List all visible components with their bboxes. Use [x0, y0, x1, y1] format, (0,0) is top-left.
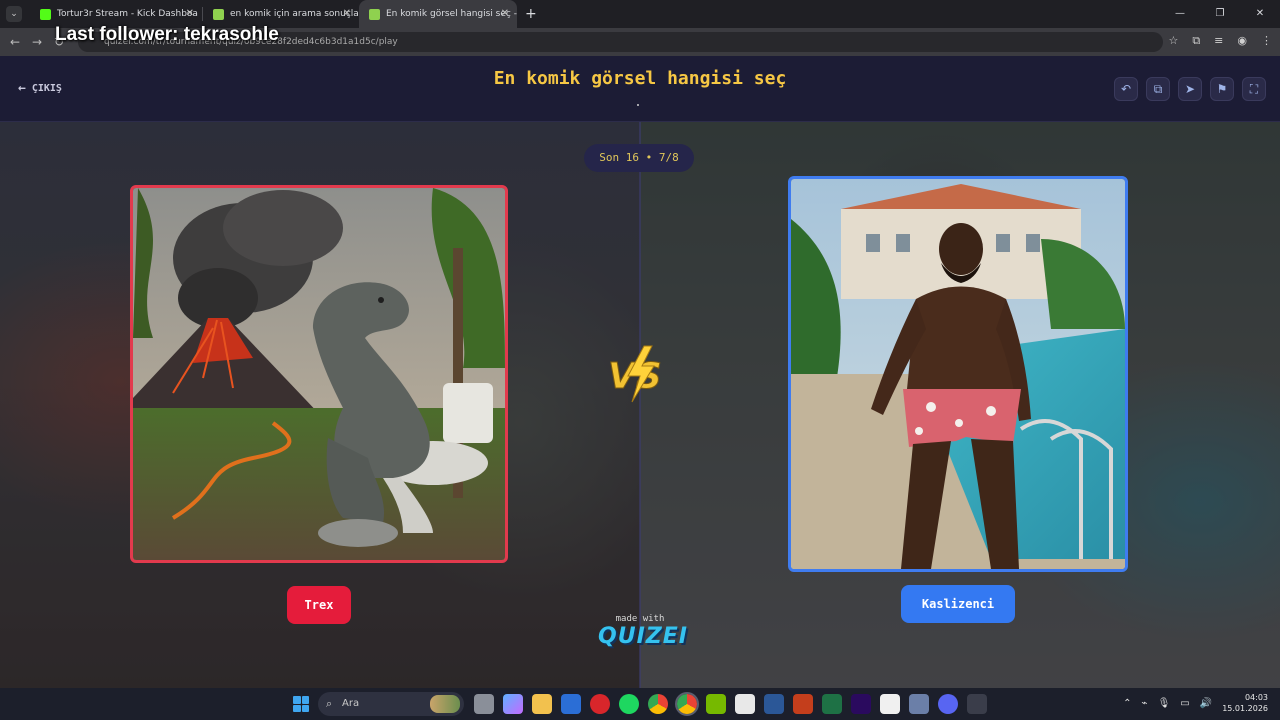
copilot-icon[interactable]	[503, 694, 523, 714]
chevron-up-icon[interactable]: ⌃	[1123, 698, 1131, 709]
bookmark-star-icon[interactable]: ☆	[1168, 34, 1178, 48]
opera-icon[interactable]	[590, 694, 610, 714]
title-dot	[637, 104, 639, 106]
round-indicator: Son 16 • 7/8	[584, 144, 694, 172]
new-tab-button[interactable]: +	[525, 6, 537, 22]
tab-search-icon[interactable]: ⌄	[6, 6, 22, 22]
profile-avatar-icon[interactable]: ◉	[1237, 34, 1247, 48]
close-window-icon[interactable]: ✕	[1240, 0, 1280, 28]
spotify-icon[interactable]	[619, 694, 639, 714]
windows-start-icon[interactable]	[293, 696, 309, 712]
quizei-favicon-icon	[213, 8, 224, 20]
kick-favicon-icon	[40, 8, 51, 20]
share-icon[interactable]: ⧉	[1146, 77, 1170, 101]
forward-icon[interactable]: →	[26, 35, 48, 49]
quiz-toolbar: ↶ ⧉ ➤ ⚑ ⛶	[1114, 77, 1266, 101]
network-icon[interactable]: ⌁	[1142, 698, 1148, 709]
capcut-icon[interactable]	[880, 694, 900, 714]
stream-follower-overlay: Last follower: tekrasohle	[55, 24, 279, 45]
undo-icon[interactable]: ↶	[1114, 77, 1138, 101]
store-icon[interactable]	[561, 694, 581, 714]
search-icon: ⌕	[326, 697, 333, 710]
tab-close-icon[interactable]: ✕	[501, 8, 509, 19]
trex-toilet-illustration	[133, 188, 505, 560]
display-icon[interactable]: ▭	[1180, 698, 1189, 709]
poolside-man-photo	[791, 179, 1125, 569]
nvidia-icon[interactable]	[706, 694, 726, 714]
quizei-logo: QUIZEI	[598, 624, 688, 649]
clock-time: 04:03	[1244, 693, 1268, 702]
clock-date: 15.01.2026	[1222, 704, 1268, 713]
powerpoint-icon[interactable]	[793, 694, 813, 714]
microphone-icon[interactable]: 🎙	[1158, 698, 1171, 709]
quiz-title: En komik görsel hangisi seç	[493, 68, 787, 89]
quizei-favicon-icon	[369, 8, 380, 20]
choose-left-button[interactable]: Trex	[287, 586, 351, 624]
system-tray: ⌃ ⌁ 🎙 ▭ 🔊 04:03 15.01.2026	[1123, 692, 1268, 714]
taskbar-apps	[474, 692, 987, 716]
menu-icon[interactable]: ⋮	[1261, 34, 1272, 48]
discord-icon[interactable]	[938, 694, 958, 714]
chrome-active-icon[interactable]	[675, 692, 699, 716]
task-view-icon[interactable]	[474, 694, 494, 714]
chrome-icon[interactable]	[648, 694, 668, 714]
tab-close-icon[interactable]: ✕	[186, 8, 194, 19]
browser-tab-quiz[interactable]: En komik görsel hangisi seç - T ✕	[359, 0, 517, 28]
tab-title: en komik için arama sonuçları -	[230, 9, 359, 19]
match-stage: Son 16 • 7/8 Trex Kaslizenci made with Q…	[0, 122, 1280, 688]
flag-icon[interactable]: ⚑	[1210, 77, 1234, 101]
excel-icon[interactable]	[822, 694, 842, 714]
made-with-quizei[interactable]: made with QUIZEI	[598, 614, 688, 649]
media-icon[interactable]: ≡	[1214, 34, 1223, 48]
window-controls: — ❐ ✕	[1160, 0, 1280, 28]
vs-lightning-badge: VS	[606, 344, 672, 404]
restore-icon[interactable]: ❐	[1200, 0, 1240, 28]
vs-lightning-icon: VS	[608, 345, 662, 403]
tab-title: Tortur3r Stream - Kick Dashboa	[57, 9, 198, 19]
search-placeholder: Ara	[342, 698, 360, 709]
extensions-icon[interactable]: ⧉	[1192, 34, 1200, 48]
taskbar-search[interactable]: ⌕ Ara	[318, 692, 464, 716]
tab-close-icon[interactable]: ✕	[343, 8, 351, 19]
premiere-icon[interactable]	[851, 694, 871, 714]
taskbar-clock[interactable]: 04:03 15.01.2026	[1222, 692, 1268, 714]
windows-taskbar: ⌕ Ara ⌃ ⌁ 🎙 ▭ 🔊 04:03 15.01.2026	[0, 688, 1280, 720]
snipping-icon[interactable]	[735, 694, 755, 714]
back-icon[interactable]: ←	[4, 35, 26, 49]
minimize-icon[interactable]: —	[1160, 0, 1200, 28]
file-explorer-icon[interactable]	[532, 694, 552, 714]
tab-title: En komik görsel hangisi seç - T	[386, 9, 517, 19]
choose-right-button[interactable]: Kaslizenci	[901, 585, 1015, 623]
send-icon[interactable]: ➤	[1178, 77, 1202, 101]
app-badge-icon[interactable]	[967, 694, 987, 714]
made-with-label: made with	[615, 614, 665, 624]
volume-icon[interactable]: 🔊	[1200, 698, 1212, 709]
word-icon[interactable]	[764, 694, 784, 714]
quiz-header: ← ÇIKIŞ En komik görsel hangisi seç ↶ ⧉ …	[0, 56, 1280, 122]
center-divider	[639, 122, 641, 688]
search-highlight-icon	[430, 695, 460, 713]
browser-toolbar: ☆ ⧉ ≡ ◉ ⋮	[1168, 34, 1272, 48]
left-choice-image[interactable]	[130, 185, 508, 563]
app-icon[interactable]	[909, 694, 929, 714]
fullscreen-icon[interactable]: ⛶	[1242, 77, 1266, 101]
right-choice-image[interactable]	[788, 176, 1128, 572]
